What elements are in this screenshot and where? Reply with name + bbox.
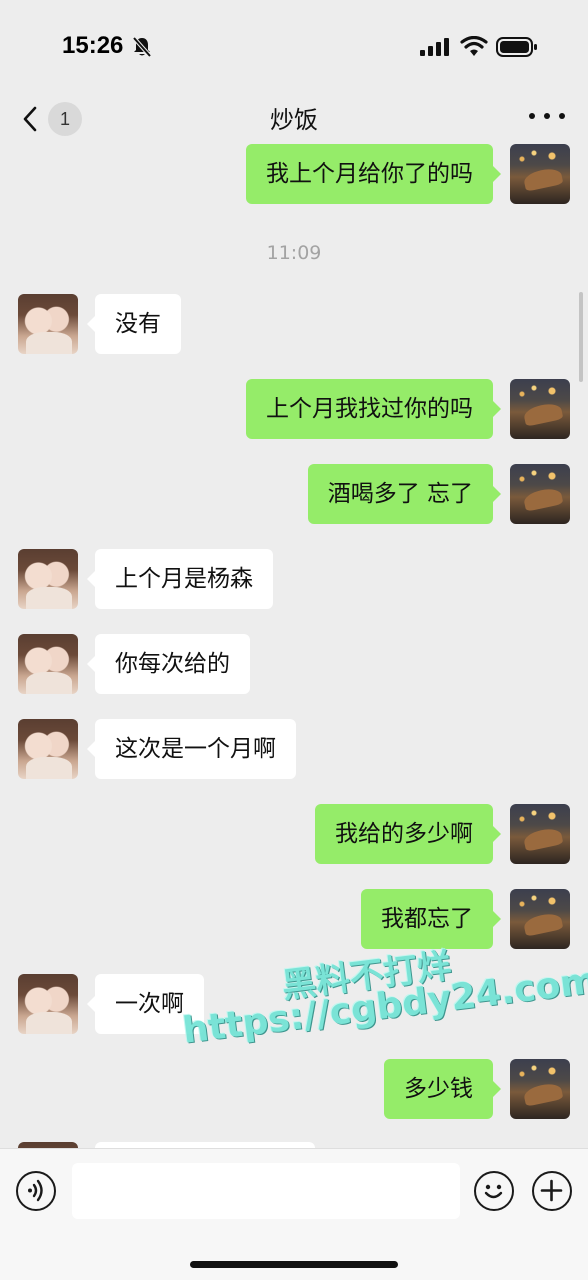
my-avatar[interactable] bbox=[510, 804, 570, 864]
battery-icon bbox=[496, 36, 538, 62]
my-avatar[interactable] bbox=[510, 1059, 570, 1119]
contact-avatar[interactable] bbox=[18, 719, 78, 779]
my-avatar[interactable] bbox=[510, 379, 570, 439]
status-bar: 15:26 bbox=[0, 0, 588, 92]
contact-avatar[interactable] bbox=[18, 549, 78, 609]
chat-title: 炒饭 bbox=[270, 106, 318, 134]
outgoing-message-bubble[interactable]: 上个月我找过你的吗 bbox=[246, 379, 501, 439]
nav-bar: 1 炒饭 bbox=[0, 92, 588, 142]
incoming-message-bubble[interactable]: 你每次给的 bbox=[87, 634, 250, 694]
voice-icon[interactable] bbox=[16, 1171, 56, 1211]
cellular-signal-icon bbox=[420, 38, 450, 60]
outgoing-message-bubble[interactable]: 我都忘了 bbox=[361, 889, 501, 949]
outgoing-message-bubble[interactable]: 多少钱 bbox=[384, 1059, 501, 1119]
incoming-message-bubble[interactable]: 一次啊 bbox=[87, 974, 204, 1034]
contact-avatar[interactable] bbox=[18, 974, 78, 1034]
incoming-message-bubble[interactable]: 这次是一个月啊 bbox=[87, 719, 296, 779]
chat-message-list[interactable]: 我上个月给你了的吗 11:09 没有 上个月我找过你的吗 酒喝多了 忘了 上个月… bbox=[0, 142, 588, 1148]
more-dot bbox=[529, 113, 535, 119]
incoming-message-bubble[interactable]: 没有 bbox=[87, 294, 181, 354]
more-dot bbox=[559, 113, 565, 119]
home-indicator[interactable] bbox=[190, 1261, 398, 1268]
more-dot bbox=[544, 113, 550, 119]
bell-slash-icon bbox=[132, 36, 152, 62]
my-avatar[interactable] bbox=[510, 144, 570, 204]
contact-avatar[interactable] bbox=[18, 634, 78, 694]
plus-icon[interactable] bbox=[532, 1171, 572, 1211]
my-avatar[interactable] bbox=[510, 889, 570, 949]
wifi-icon bbox=[460, 35, 488, 62]
contact-avatar[interactable] bbox=[18, 294, 78, 354]
status-time: 15:26 bbox=[62, 32, 124, 59]
outgoing-message-bubble[interactable]: 我给的多少啊 bbox=[315, 804, 501, 864]
scrollbar[interactable] bbox=[579, 292, 583, 382]
incoming-message-bubble[interactable]: 上个月是杨森 bbox=[87, 549, 273, 609]
message-input[interactable] bbox=[72, 1163, 460, 1219]
more-dots-icon[interactable] bbox=[526, 106, 568, 126]
input-bar bbox=[0, 1148, 588, 1280]
emoji-icon[interactable] bbox=[474, 1171, 514, 1211]
message-timestamp: 11:09 bbox=[266, 242, 322, 264]
my-avatar[interactable] bbox=[510, 464, 570, 524]
outgoing-message-bubble[interactable]: 酒喝多了 忘了 bbox=[307, 464, 502, 524]
outgoing-message-bubble[interactable]: 我上个月给你了的吗 bbox=[246, 144, 501, 204]
